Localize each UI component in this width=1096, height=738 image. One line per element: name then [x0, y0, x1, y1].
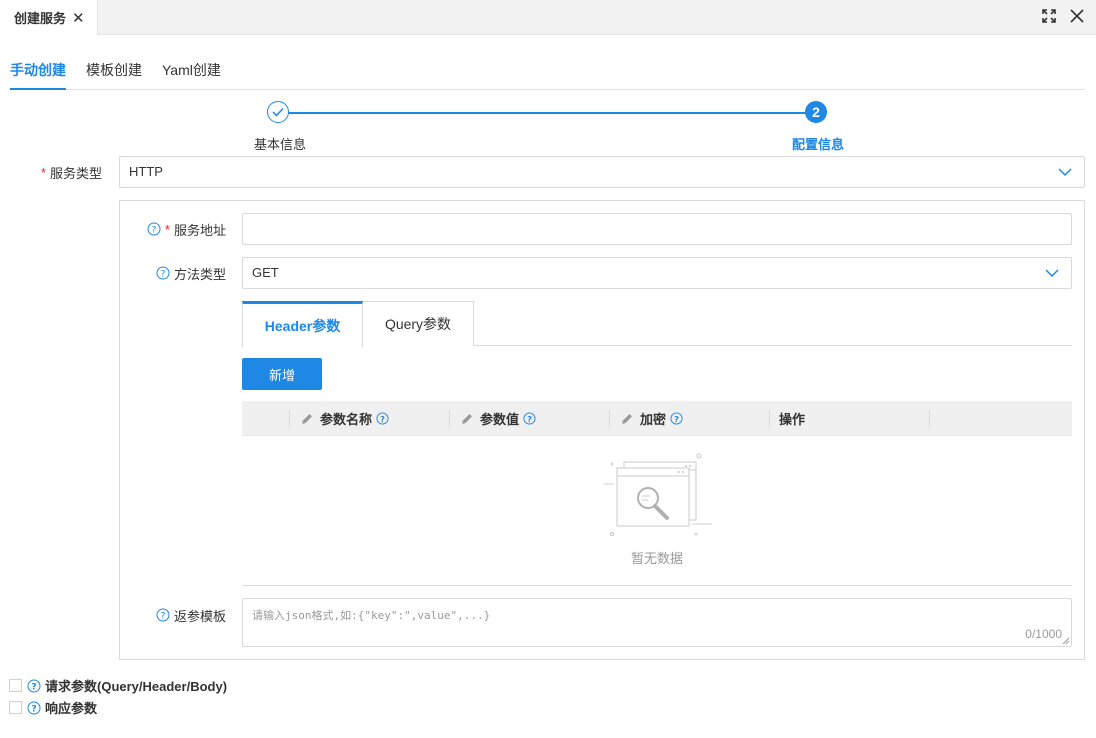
param-table-header: 参数名称 ? 参数值 ? 加密 ? 操作: [242, 401, 1072, 436]
request-params-row: ? 请求参数(Query/Header/Body): [9, 676, 227, 695]
service-type-value: HTTP: [129, 164, 163, 179]
column-divider: [929, 410, 930, 427]
help-icon[interactable]: ?: [670, 412, 683, 425]
column-encrypt: 加密 ?: [621, 401, 683, 436]
tab-template-create[interactable]: 模板创建: [86, 54, 142, 90]
column-actions: 操作: [779, 412, 806, 427]
window-tabbar: 创建服务 ✕: [0, 0, 1096, 35]
help-icon[interactable]: ?: [156, 608, 170, 622]
service-type-select[interactable]: HTTP: [119, 156, 1085, 188]
svg-text:?: ?: [161, 612, 166, 622]
step-config-info-label: 配置信息: [792, 137, 845, 152]
help-icon[interactable]: ?: [523, 412, 536, 425]
window-controls: [1038, 5, 1088, 27]
tab-close-icon[interactable]: ✕: [72, 9, 85, 27]
method-type-select[interactable]: GET: [242, 257, 1072, 289]
required-mark: *: [164, 221, 170, 237]
help-icon[interactable]: ?: [156, 266, 170, 280]
svg-text:?: ?: [31, 704, 36, 714]
step-indicator: 2 基本信息 配置信息: [0, 100, 1096, 152]
step-connector: [288, 112, 806, 114]
svg-text:?: ?: [31, 682, 36, 692]
tab-title: 创建服务: [14, 11, 67, 26]
response-params-row: ? 响应参数: [9, 698, 97, 717]
return-template-placeholder: 请输入json格式,如:{"key":",value",...}: [252, 609, 491, 622]
method-type-label: ? 方法类型: [120, 258, 226, 288]
service-address-label: ? * 服务地址: [120, 214, 226, 244]
required-mark: *: [40, 164, 46, 180]
column-divider: [609, 410, 610, 427]
param-table-empty: 暂无数据: [242, 436, 1072, 586]
column-divider: [449, 410, 450, 427]
help-icon[interactable]: ?: [27, 701, 41, 715]
pencil-icon: [301, 413, 313, 425]
step-basic-info-label: 基本信息: [254, 137, 307, 152]
step-current-number: 2: [805, 101, 827, 123]
creation-mode-tabs: 手动创建 模板创建 Yaml创建: [10, 54, 1085, 90]
column-param-name: 参数名称 ?: [301, 401, 389, 436]
help-icon[interactable]: ?: [376, 412, 389, 425]
tab-create-service[interactable]: 创建服务 ✕: [0, 0, 98, 35]
column-param-value: 参数值 ?: [461, 401, 536, 436]
svg-text:?: ?: [674, 414, 679, 424]
empty-data-illustration-icon: [604, 453, 712, 536]
chevron-down-icon: [1045, 269, 1059, 278]
service-type-label: * 服务类型: [40, 164, 102, 181]
add-param-button[interactable]: 新增: [242, 358, 322, 390]
response-params-checkbox[interactable]: [9, 701, 22, 714]
return-template-textarea[interactable]: 请输入json格式,如:{"key":",value",...} 0/1000: [242, 598, 1072, 647]
pencil-icon: [461, 413, 473, 425]
request-params-label: 请求参数(Query/Header/Body): [45, 679, 228, 694]
chevron-down-icon: [1058, 168, 1072, 177]
step-check-icon: [267, 101, 289, 123]
close-window-icon[interactable]: [1066, 5, 1088, 27]
pencil-icon: [621, 413, 633, 425]
response-params-label: 响应参数: [45, 701, 98, 716]
svg-text:?: ?: [380, 414, 385, 424]
column-divider: [289, 410, 290, 427]
svg-text:?: ?: [161, 270, 166, 280]
tab-manual-create[interactable]: 手动创建: [10, 54, 66, 90]
tab-yaml-create[interactable]: Yaml创建: [162, 54, 221, 90]
resize-handle-icon[interactable]: [1062, 637, 1070, 645]
help-icon[interactable]: ?: [27, 679, 41, 693]
tab-header-params[interactable]: Header参数: [242, 301, 363, 347]
maximize-icon[interactable]: [1038, 5, 1060, 27]
empty-text: 暂无数据: [630, 551, 683, 566]
request-params-checkbox[interactable]: [9, 679, 22, 692]
svg-text:?: ?: [152, 226, 157, 236]
method-type-value: GET: [252, 265, 279, 280]
tab-query-params[interactable]: Query参数: [363, 301, 474, 346]
svg-text:?: ?: [527, 414, 532, 424]
return-template-label: ? 返参模板: [120, 600, 226, 630]
help-icon[interactable]: ?: [147, 222, 161, 236]
column-divider: [769, 410, 770, 427]
param-tabs: Header参数 Query参数: [242, 301, 1072, 347]
char-count: 0/1000: [1025, 627, 1062, 641]
service-address-input[interactable]: [242, 213, 1072, 245]
